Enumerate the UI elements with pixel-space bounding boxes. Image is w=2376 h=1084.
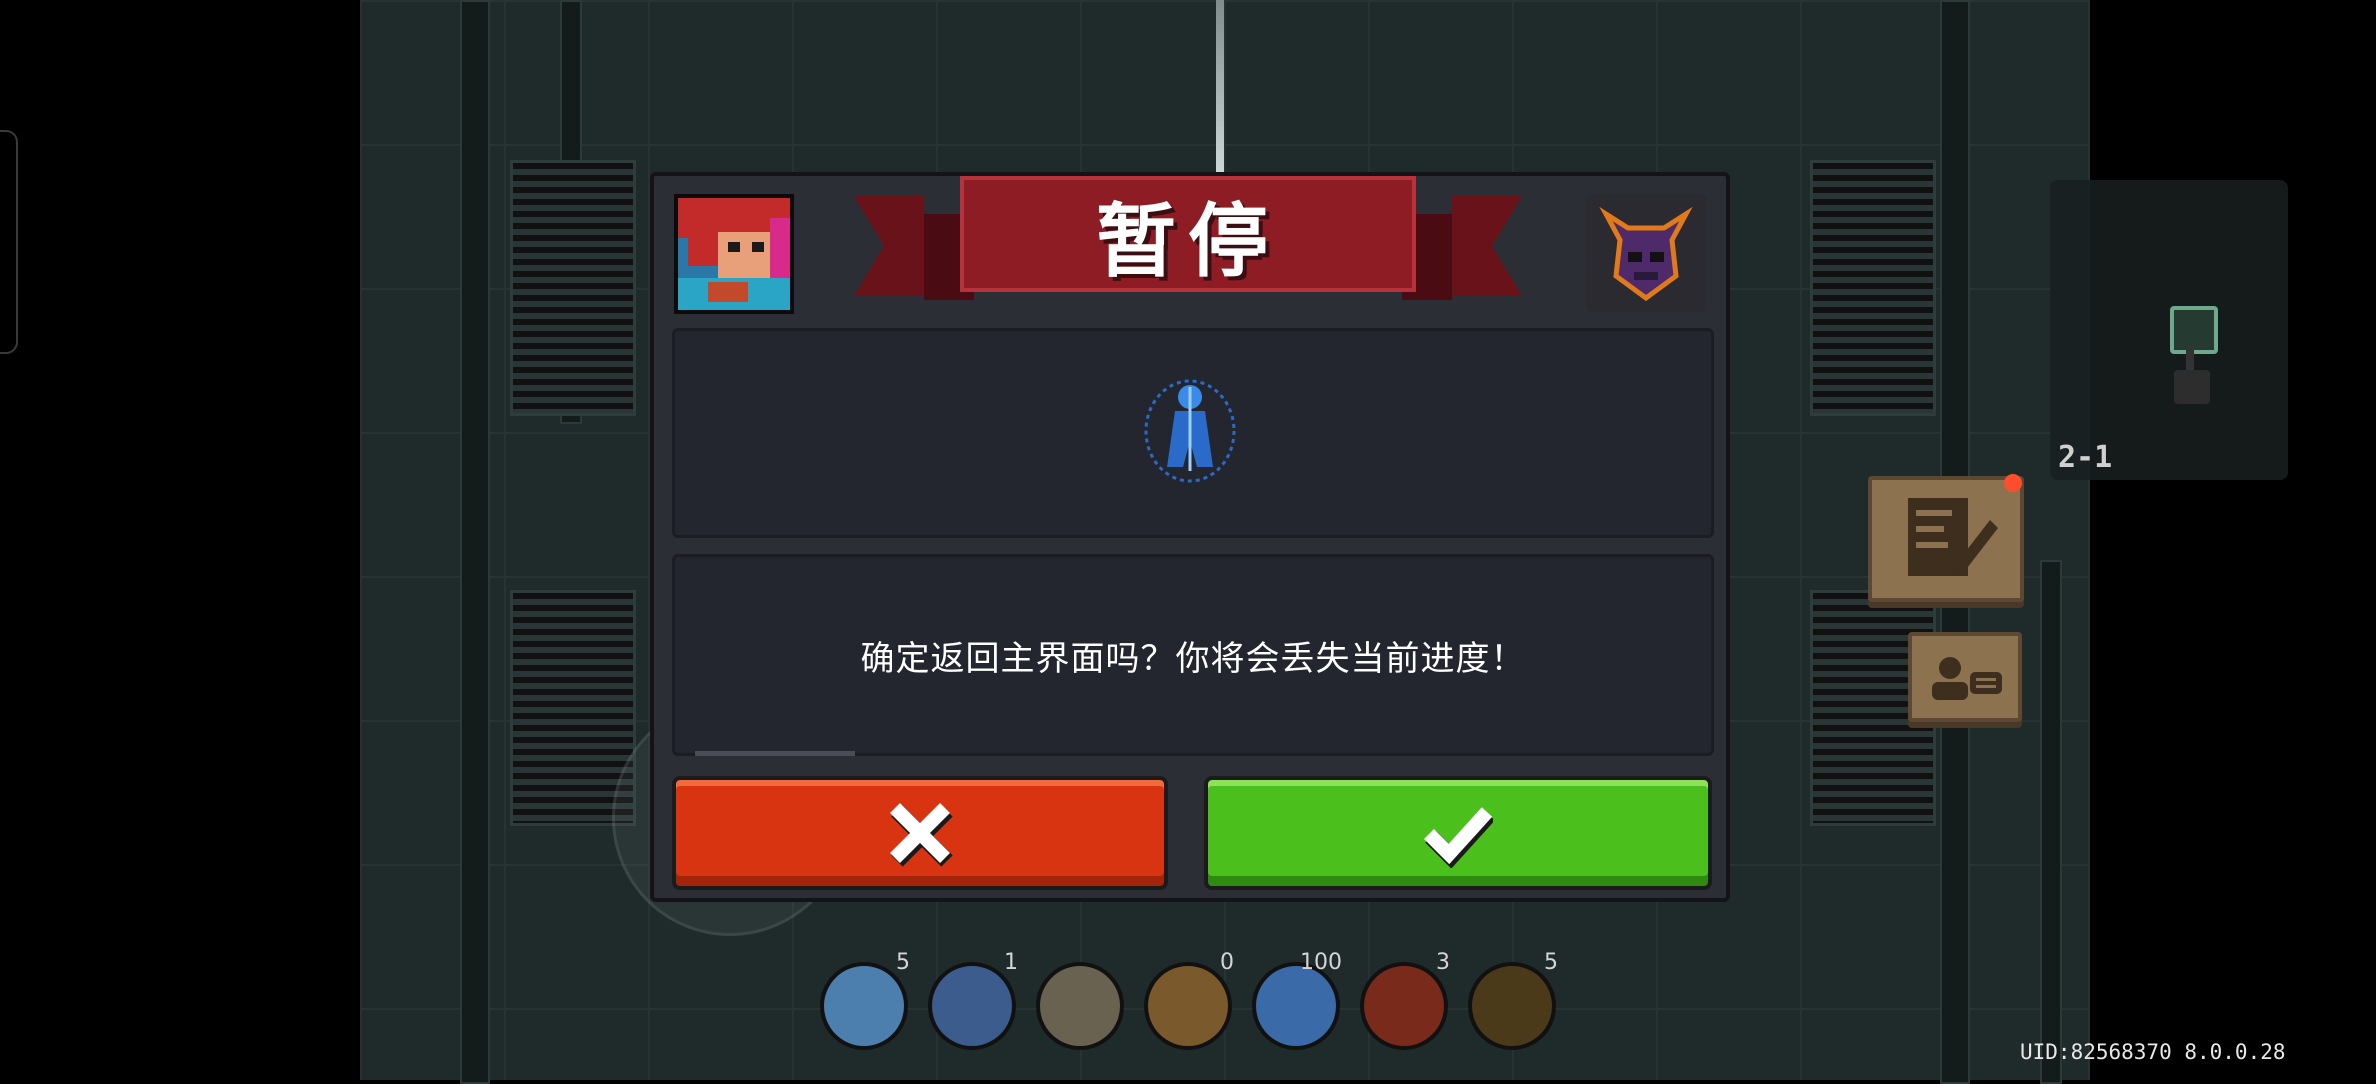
- map-room: [2174, 370, 2210, 404]
- checkmark-icon: [1424, 807, 1493, 868]
- pillar-icon: [1036, 962, 1124, 1050]
- level-label: 2-1: [2058, 440, 2113, 475]
- notes-pencil-icon: [1908, 498, 1998, 576]
- scrollbar[interactable]: [695, 751, 855, 756]
- item-slot[interactable]: 5: [816, 950, 910, 1050]
- item-slot[interactable]: [1032, 958, 1124, 1050]
- music-note-icon: [1468, 962, 1556, 1050]
- cancel-button[interactable]: [672, 776, 1168, 890]
- current-room-marker: [2170, 306, 2218, 354]
- blue-spirit-figure-icon[interactable]: [1135, 371, 1245, 489]
- item-slot[interactable]: 100: [1248, 950, 1342, 1050]
- light-beam: [1216, 0, 1224, 175]
- pause-dialog: 暂停 确定返回主界面吗？你将会丢失当前进度！: [650, 172, 1730, 902]
- profile-button[interactable]: [1908, 632, 2022, 722]
- horned-demon-helmet-icon: [1586, 194, 1706, 312]
- shield-door-icon: [928, 962, 1016, 1050]
- item-count: 5: [896, 950, 910, 975]
- item-slot[interactable]: 3: [1356, 950, 1450, 1050]
- item-slot[interactable]: 1: [924, 950, 1018, 1050]
- profile-card-icon: [1932, 657, 2002, 700]
- message-panel: 确定返回主界面吗？你将会丢失当前进度！: [672, 554, 1714, 756]
- buff-panel: [672, 328, 1714, 538]
- pipe: [2040, 560, 2062, 1084]
- x-icon: [890, 803, 953, 867]
- notes-button[interactable]: [1868, 476, 2024, 602]
- item-count: 0: [1220, 950, 1234, 975]
- item-bar: 5 1 0 100 3 5: [816, 950, 1558, 1050]
- red-character-icon: [1252, 962, 1340, 1050]
- uid-version-label: UID:82568370 8.0.0.28: [2020, 1040, 2286, 1064]
- fist-icon: [1144, 962, 1232, 1050]
- wall-vent: [1810, 160, 1936, 416]
- pipe: [460, 0, 490, 1084]
- screen-edge-handle: [0, 130, 18, 354]
- item-slot[interactable]: 5: [1464, 950, 1558, 1050]
- minimap[interactable]: 2-1: [2050, 180, 2288, 480]
- confirm-button[interactable]: [1204, 776, 1712, 890]
- fire-icon: [1360, 962, 1448, 1050]
- confirm-message: 确定返回主界面吗？你将会丢失当前进度！: [860, 638, 1526, 679]
- map-corridor: [2186, 348, 2194, 372]
- item-count: 100: [1300, 950, 1342, 975]
- item-count: 1: [1004, 950, 1018, 975]
- item-slot[interactable]: 0: [1140, 950, 1234, 1050]
- dialog-title: 暂停: [1096, 195, 1280, 288]
- ghost-blade-icon: [820, 962, 908, 1050]
- wall-vent: [510, 160, 636, 416]
- notification-dot: [2004, 474, 2022, 492]
- item-count: 3: [1436, 950, 1450, 975]
- knight-portrait-icon: [674, 194, 794, 314]
- item-count: 5: [1544, 950, 1558, 975]
